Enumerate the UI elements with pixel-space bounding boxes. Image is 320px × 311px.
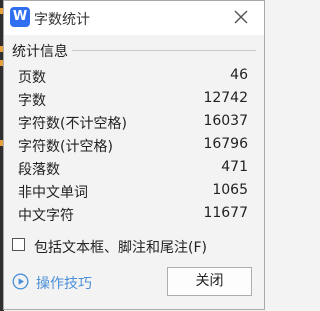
title-bar: W 字数统计 <box>4 1 264 35</box>
include-textbox-label[interactable]: 包括文本框、脚注和尾注(F) <box>34 237 207 257</box>
stat-row-words: 字数 12742 <box>18 88 248 111</box>
stat-row-chars-with-spaces: 字符数(计空格) 16796 <box>18 134 248 157</box>
tips-label[interactable]: 操作技巧 <box>36 273 92 293</box>
stat-value: 11677 <box>203 205 248 221</box>
stat-value: 16796 <box>203 136 248 152</box>
stat-value: 471 <box>221 159 248 175</box>
play-circle-icon <box>12 273 29 290</box>
stat-row-chars-no-spaces: 字符数(不计空格) 16037 <box>18 111 248 134</box>
stat-row-pages: 页数 46 <box>18 65 248 88</box>
stat-label: 中文字符 <box>18 208 74 224</box>
stat-value: 1065 <box>212 182 248 198</box>
wps-writer-icon: W <box>10 7 30 27</box>
stat-value: 16037 <box>203 113 248 129</box>
stat-label: 段落数 <box>18 162 60 178</box>
stats-list: 页数 46 字数 12742 字符数(不计空格) 16037 字符数(计空格) … <box>18 65 248 226</box>
tips-link[interactable]: 操作技巧 <box>12 272 122 294</box>
close-button[interactable]: 关闭 <box>167 267 252 296</box>
include-textbox-option[interactable]: 包括文本框、脚注和尾注(F) <box>12 237 258 257</box>
dialog-title: 字数统计 <box>34 12 90 28</box>
stat-label: 字符数(不计空格) <box>18 116 127 132</box>
stat-label: 非中文单词 <box>18 185 88 201</box>
include-textbox-checkbox[interactable] <box>12 238 25 251</box>
stat-label: 字数 <box>18 93 46 109</box>
close-icon[interactable] <box>232 8 250 26</box>
stat-value: 46 <box>230 67 248 83</box>
word-count-dialog: W 字数统计 统计信息 页数 46 字数 12742 字符数(不计空格) 160… <box>3 0 265 310</box>
stat-row-non-chinese-words: 非中文单词 1065 <box>18 180 248 203</box>
stat-row-chinese-chars: 中文字符 11677 <box>18 203 248 226</box>
stat-row-paragraphs: 段落数 471 <box>18 157 248 180</box>
stat-label: 页数 <box>18 70 46 86</box>
stat-value: 12742 <box>203 90 248 106</box>
stat-label: 字符数(计空格) <box>18 139 113 155</box>
section-title: 统计信息 <box>12 41 72 61</box>
